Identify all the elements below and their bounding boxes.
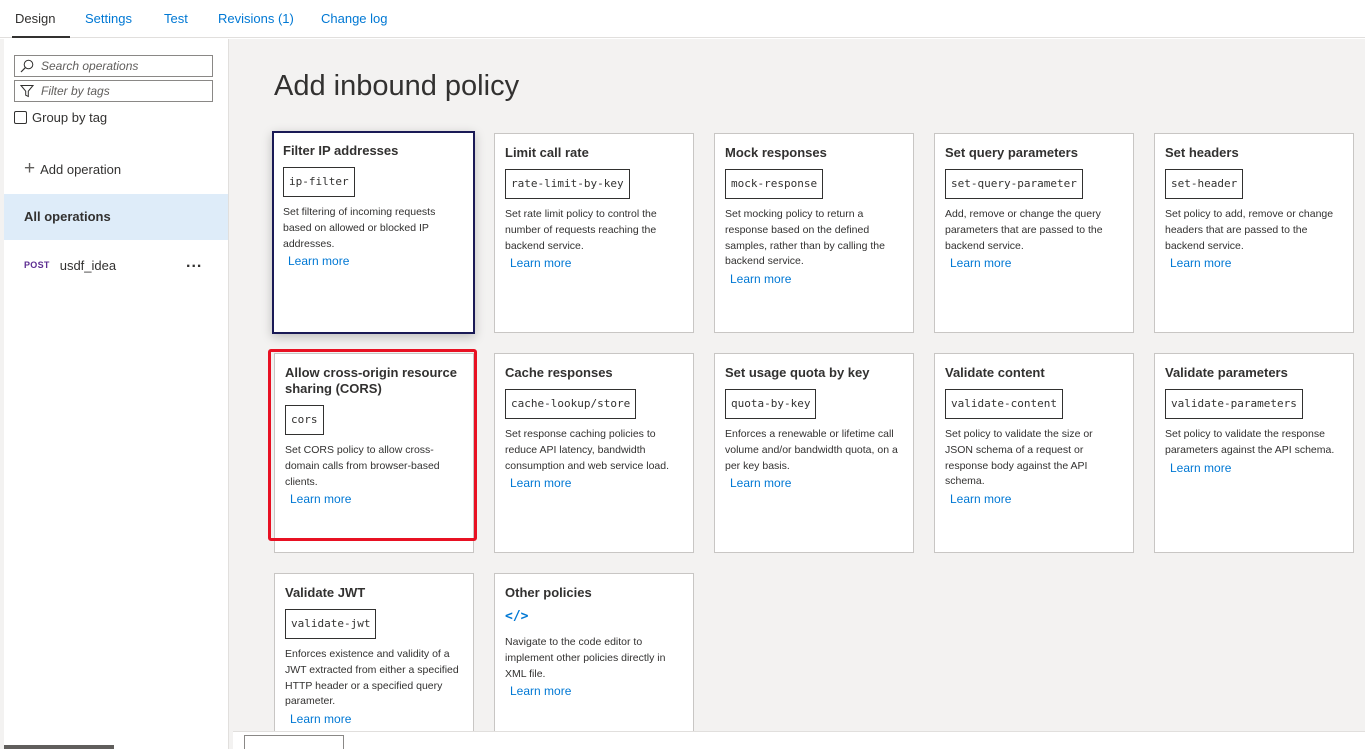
policy-code: cache-lookup/store bbox=[505, 389, 637, 419]
policy-card-validate-jwt[interactable]: Validate JWT validate-jwt Enforces exist… bbox=[274, 573, 474, 749]
learn-more-link[interactable]: Learn more bbox=[510, 475, 571, 491]
card-title: Validate parameters bbox=[1165, 365, 1288, 380]
policy-code: ip-filter bbox=[283, 167, 355, 197]
bottom-button[interactable] bbox=[244, 735, 344, 749]
tab-test[interactable]: Test bbox=[164, 0, 188, 38]
policy-code: rate-limit-by-key bbox=[505, 169, 630, 199]
card-description: Set response caching policies to reduce … bbox=[505, 428, 670, 472]
policy-code: validate-jwt bbox=[285, 609, 377, 639]
policy-card-ip-filter[interactable]: Filter IP addresses ip-filter Set filter… bbox=[272, 131, 475, 334]
policy-card-validate-content[interactable]: Validate content validate-content Set po… bbox=[934, 353, 1134, 553]
search-operations-input[interactable]: Search operations bbox=[14, 55, 213, 77]
card-title: Cache responses bbox=[505, 365, 613, 380]
tab-design[interactable]: Design bbox=[11, 0, 72, 38]
card-title: Set query parameters bbox=[945, 145, 1078, 160]
policy-card-other-policies[interactable]: Other policies </> Navigate to the code … bbox=[494, 573, 694, 749]
plus-icon: + bbox=[24, 158, 36, 179]
policy-card-cors[interactable]: Allow cross-origin resource sharing (COR… bbox=[274, 353, 474, 553]
policy-card-quota[interactable]: Set usage quota by key quota-by-key Enfo… bbox=[714, 353, 914, 553]
learn-more-link[interactable]: Learn more bbox=[510, 255, 571, 271]
learn-more-link[interactable]: Learn more bbox=[510, 683, 571, 699]
search-icon bbox=[20, 59, 34, 73]
tab-change-log[interactable]: Change log bbox=[321, 0, 388, 38]
group-by-tag-label: Group by tag bbox=[32, 109, 108, 125]
card-title: Other policies bbox=[505, 585, 592, 600]
learn-more-link[interactable]: Learn more bbox=[290, 491, 351, 507]
card-title: Set headers bbox=[1165, 145, 1239, 160]
operation-item[interactable]: POST usdf_idea ... bbox=[24, 254, 214, 274]
add-operation-button[interactable]: + Add operation bbox=[24, 158, 122, 179]
learn-more-link[interactable]: Learn more bbox=[290, 711, 351, 727]
policy-card-mock-response[interactable]: Mock responses mock-response Set mocking… bbox=[714, 133, 914, 333]
tab-revisions[interactable]: Revisions (1) bbox=[218, 0, 294, 38]
policy-code: mock-response bbox=[725, 169, 824, 199]
add-operation-label: Add operation bbox=[40, 161, 122, 177]
learn-more-link[interactable]: Learn more bbox=[950, 491, 1011, 507]
card-description: Set policy to validate the size or JSON … bbox=[945, 428, 1093, 488]
card-description: Navigate to the code editor to implement… bbox=[505, 636, 666, 680]
learn-more-link[interactable]: Learn more bbox=[1170, 460, 1231, 476]
card-description: Set policy to add, remove or change head… bbox=[1165, 208, 1334, 252]
learn-more-link[interactable]: Learn more bbox=[730, 271, 791, 287]
card-title: Filter IP addresses bbox=[283, 143, 399, 158]
card-description: Enforces a renewable or lifetime call vo… bbox=[725, 428, 898, 472]
tab-settings[interactable]: Settings bbox=[85, 0, 132, 38]
more-options-icon[interactable]: ... bbox=[186, 254, 202, 272]
filter-icon bbox=[20, 85, 34, 98]
filter-tags-input[interactable]: Filter by tags bbox=[14, 80, 213, 102]
policy-code: validate-content bbox=[945, 389, 1063, 419]
http-method-badge: POST bbox=[24, 260, 50, 270]
policy-card-cache[interactable]: Cache responses cache-lookup/store Set r… bbox=[494, 353, 694, 553]
learn-more-link[interactable]: Learn more bbox=[730, 475, 791, 491]
card-description: Set rate limit policy to control the num… bbox=[505, 208, 657, 252]
card-description: Enforces existence and validity of a JWT… bbox=[285, 648, 459, 708]
card-title: Allow cross-origin resource sharing (COR… bbox=[285, 365, 457, 396]
policy-code: validate-parameters bbox=[1165, 389, 1303, 419]
pane-gutter bbox=[0, 39, 4, 749]
card-description: Add, remove or change the query paramete… bbox=[945, 208, 1103, 252]
learn-more-link[interactable]: Learn more bbox=[950, 255, 1011, 271]
card-title: Validate JWT bbox=[285, 585, 366, 600]
page-title: Add inbound policy bbox=[274, 70, 520, 102]
operation-name: usdf_idea bbox=[59, 257, 117, 273]
group-by-tag-checkbox[interactable] bbox=[14, 110, 27, 124]
card-title: Validate content bbox=[945, 365, 1045, 380]
operations-pane bbox=[0, 39, 233, 749]
scrollbar-thumb[interactable] bbox=[4, 745, 114, 749]
policy-card-set-header[interactable]: Set headers set-header Set policy to add… bbox=[1154, 133, 1354, 333]
filter-placeholder: Filter by tags bbox=[41, 84, 110, 98]
card-title: Mock responses bbox=[725, 145, 827, 160]
policy-card-rate-limit[interactable]: Limit call rate rate-limit-by-key Set ra… bbox=[494, 133, 694, 333]
policy-code: set-query-parameter bbox=[945, 169, 1083, 199]
card-description: Set CORS policy to allow cross-domain ca… bbox=[285, 444, 440, 488]
all-operations-item[interactable]: All operations bbox=[4, 194, 228, 240]
group-by-tag[interactable]: Group by tag bbox=[14, 109, 107, 125]
policy-code: set-header bbox=[1165, 169, 1244, 199]
code-icon: </> bbox=[505, 609, 529, 624]
bottom-action-bar bbox=[233, 731, 1365, 749]
card-title: Limit call rate bbox=[505, 145, 589, 160]
policy-code: cors bbox=[285, 405, 324, 435]
learn-more-link[interactable]: Learn more bbox=[1170, 255, 1231, 271]
tab-bar: Design Settings Test Revisions (1) Chang… bbox=[0, 0, 1365, 38]
card-description: Set mocking policy to return a response … bbox=[725, 208, 885, 268]
policy-gallery: Add inbound policy Filter IP addresses i… bbox=[233, 39, 1365, 749]
learn-more-link[interactable]: Learn more bbox=[288, 253, 349, 269]
card-description: Set policy to validate the response para… bbox=[1165, 428, 1335, 456]
card-title: Set usage quota by key bbox=[725, 365, 870, 380]
policy-code: quota-by-key bbox=[725, 389, 817, 419]
policy-card-validate-parameters[interactable]: Validate parameters validate-parameters … bbox=[1154, 353, 1354, 553]
card-description: Set filtering of incoming requests based… bbox=[283, 206, 436, 250]
policy-card-set-query-parameter[interactable]: Set query parameters set-query-parameter… bbox=[934, 133, 1134, 333]
search-placeholder: Search operations bbox=[41, 59, 139, 73]
